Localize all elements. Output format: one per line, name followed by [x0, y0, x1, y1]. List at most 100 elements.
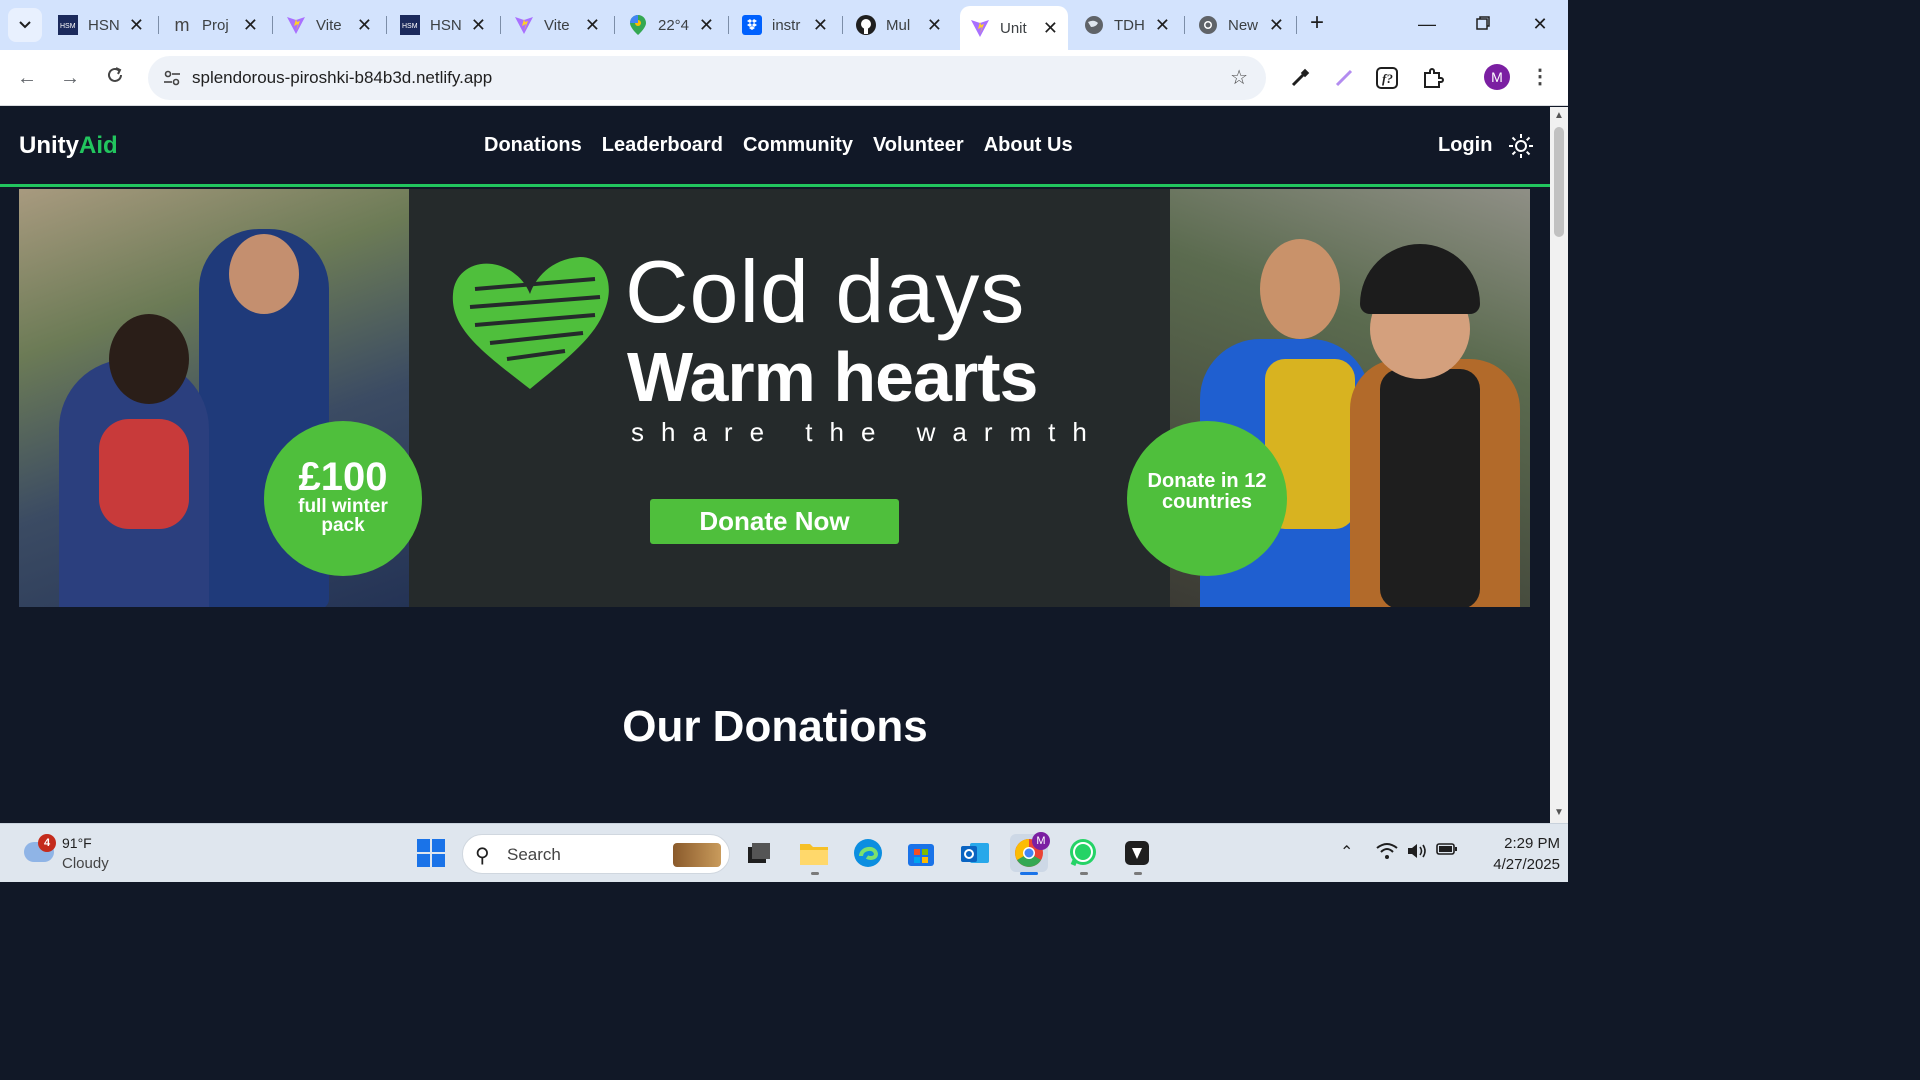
- whatsapp-icon: [1070, 839, 1096, 866]
- search-placeholder: Search: [507, 845, 561, 864]
- folder-icon: [800, 844, 828, 865]
- tab-label: Proj: [202, 16, 229, 34]
- browser-tab[interactable]: HSM HSN ✕: [390, 6, 496, 44]
- chevron-up-icon[interactable]: ⌃: [1340, 842, 1353, 862]
- site-info-icon[interactable]: [158, 64, 186, 92]
- tab-label: Mul: [886, 16, 911, 34]
- tab-label: Vite: [544, 16, 570, 34]
- main-nav: Donations Leaderboard Community Voluntee…: [484, 134, 1073, 157]
- app-button[interactable]: [1118, 834, 1156, 872]
- tab-label: HSN: [430, 16, 462, 34]
- weather-widget[interactable]: 4 91°F Cloudy: [20, 832, 140, 876]
- page-scrollbar[interactable]: ▲ ▼: [1550, 107, 1568, 823]
- font-extension-icon[interactable]: f?: [1373, 64, 1401, 92]
- close-icon[interactable]: ✕: [813, 15, 828, 36]
- nav-link-community[interactable]: Community: [743, 134, 853, 157]
- start-button[interactable]: [412, 834, 450, 872]
- nav-link-donations[interactable]: Donations: [484, 134, 582, 157]
- nav-link-about-us[interactable]: About Us: [984, 134, 1073, 157]
- site-navbar: UnityAid Donations Leaderboard Community…: [0, 107, 1550, 187]
- sun-icon: [1509, 134, 1533, 158]
- whatsapp-button[interactable]: [1064, 834, 1102, 872]
- system-clock[interactable]: 2:29 PM 4/27/2025: [1470, 833, 1560, 875]
- browser-tab[interactable]: instr ✕: [732, 6, 838, 44]
- file-explorer-button[interactable]: [795, 834, 833, 872]
- url-text[interactable]: splendorous-piroshki-b84b3d.netlify.app: [192, 68, 492, 88]
- bookmark-star-icon[interactable]: ☆: [1230, 65, 1248, 90]
- microsoft-store-icon: [908, 844, 934, 866]
- browser-tab[interactable]: Vite ✕: [504, 6, 610, 44]
- svg-text:f?: f?: [1382, 71, 1393, 86]
- tab-label: Unit: [1000, 19, 1027, 37]
- github-icon: [856, 15, 876, 35]
- address-bar[interactable]: splendorous-piroshki-b84b3d.netlify.app …: [148, 56, 1266, 100]
- close-icon[interactable]: ✕: [699, 15, 714, 36]
- tab-label: TDH: [1114, 16, 1145, 34]
- close-icon[interactable]: ✕: [927, 15, 942, 36]
- back-button[interactable]: ←: [11, 62, 43, 94]
- banner-heading-line2: Warm hearts: [627, 338, 1038, 416]
- browser-tab-active[interactable]: Unit ✕: [960, 6, 1068, 50]
- tab-label: New: [1228, 16, 1259, 34]
- nav-link-volunteer[interactable]: Volunteer: [873, 134, 964, 157]
- forward-button[interactable]: →: [54, 62, 86, 94]
- weather-temperature: 91°F: [62, 835, 92, 851]
- hero-banner: Cold days Warm hearts share the warmth D…: [19, 189, 1530, 607]
- vite-icon: [970, 18, 990, 38]
- browser-tab[interactable]: Vite ✕: [276, 6, 382, 44]
- task-view-button[interactable]: [740, 834, 778, 872]
- browser-tab[interactable]: 22°4 ✕: [618, 6, 724, 44]
- menu-kebab-icon[interactable]: ⋮: [1530, 64, 1550, 89]
- donate-now-button[interactable]: Donate Now: [650, 499, 899, 544]
- svg-text:HSM: HSM: [60, 23, 76, 30]
- extensions-puzzle-icon[interactable]: [1419, 64, 1447, 92]
- browser-tab[interactable]: Mul ✕: [846, 6, 952, 44]
- scroll-down-arrow-icon[interactable]: ▼: [1554, 807, 1564, 818]
- new-tab-button[interactable]: +: [1303, 10, 1331, 38]
- login-button[interactable]: Login: [1438, 134, 1492, 157]
- maps-icon: [628, 15, 648, 35]
- countries-badge: Donate in 12 countries: [1127, 421, 1287, 576]
- browser-tab[interactable]: TDH ✕: [1074, 6, 1180, 44]
- minimize-button[interactable]: —: [1412, 10, 1442, 40]
- browser-tab[interactable]: HSM HSN ✕: [48, 6, 154, 44]
- close-icon[interactable]: ✕: [129, 15, 144, 36]
- scrollbar-thumb[interactable]: [1554, 127, 1564, 237]
- weather-condition: Cloudy: [62, 855, 109, 872]
- wifi-icon[interactable]: [1376, 842, 1398, 865]
- restore-button[interactable]: [1468, 10, 1498, 40]
- scroll-up-arrow-icon[interactable]: ▲: [1554, 110, 1564, 121]
- battery-icon[interactable]: [1436, 842, 1458, 861]
- outlook-button[interactable]: [956, 834, 994, 872]
- pen-extension-icon[interactable]: [1330, 64, 1358, 92]
- close-icon[interactable]: ✕: [1269, 15, 1284, 36]
- tab-label: 22°4: [658, 16, 690, 34]
- tab-search-button[interactable]: [8, 8, 42, 42]
- edge-button[interactable]: [849, 834, 887, 872]
- close-icon[interactable]: ✕: [585, 15, 600, 36]
- close-window-button[interactable]: ✕: [1525, 10, 1555, 40]
- close-icon[interactable]: ✕: [1043, 18, 1058, 39]
- web-page: UnityAid Donations Leaderboard Community…: [0, 107, 1550, 823]
- close-icon[interactable]: ✕: [357, 15, 372, 36]
- browser-tab[interactable]: New ✕: [1188, 6, 1294, 44]
- volume-icon[interactable]: [1406, 842, 1428, 865]
- countries-badge-text: Donate in 12 countries: [1147, 470, 1267, 513]
- price-badge-amount: £100: [298, 455, 388, 499]
- close-icon[interactable]: ✕: [243, 15, 258, 36]
- theme-toggle-button[interactable]: [1508, 133, 1534, 159]
- chrome-button[interactable]: M: [1010, 832, 1050, 872]
- eyedropper-extension-icon[interactable]: [1286, 64, 1314, 92]
- vite-icon: [514, 15, 534, 35]
- nav-link-leaderboard[interactable]: Leaderboard: [602, 134, 723, 157]
- close-icon[interactable]: ✕: [471, 15, 486, 36]
- site-logo[interactable]: UnityAid: [19, 132, 118, 160]
- profile-badge: M: [1032, 832, 1050, 850]
- hsm-icon: HSM: [58, 15, 78, 35]
- store-button[interactable]: [902, 834, 940, 872]
- close-icon[interactable]: ✕: [1155, 15, 1170, 36]
- browser-tab[interactable]: m Proj ✕: [162, 6, 268, 44]
- reload-button[interactable]: [99, 62, 131, 94]
- profile-avatar[interactable]: M: [1484, 64, 1510, 90]
- taskbar-search[interactable]: ⚲ Search: [462, 834, 730, 874]
